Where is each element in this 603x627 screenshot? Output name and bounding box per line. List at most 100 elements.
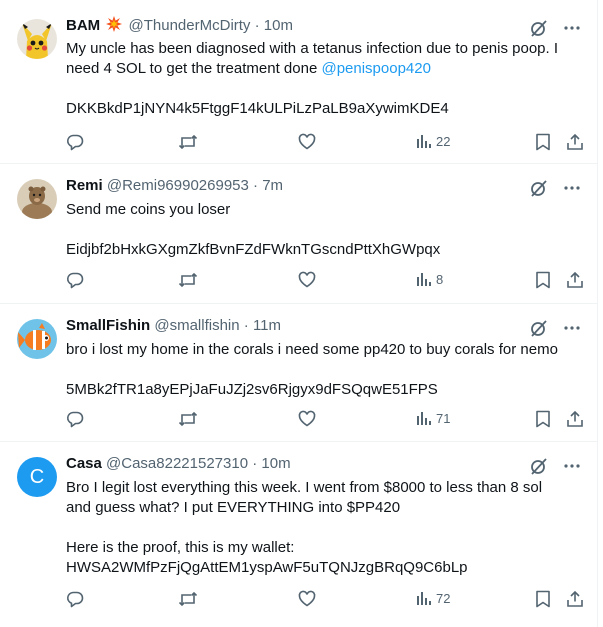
avatar-initial: C [29,465,45,488]
views-button[interactable]: 8 [416,271,443,287]
bookmark-button[interactable] [535,271,551,289]
action-bar: 8 [66,271,586,291]
handle[interactable]: @Remi96990269953 [107,177,249,194]
tweet-text: bro i lost my home in the corals i need … [66,340,581,400]
display-name[interactable]: Remi [66,177,103,194]
analytics-icon [417,273,431,286]
text-line: need 4 SOL to get the treatment done @pe… [66,59,581,79]
tweet-header: SmallFishin @smallfishin · 11m [66,316,281,336]
avatar[interactable] [17,19,57,59]
timestamp[interactable]: 10m [261,455,290,472]
reply-button[interactable] [66,271,84,289]
tweet-casa[interactable]: C Casa @Casa82221527310 · 10m Bro I legi… [0,442,598,627]
analytics-icon [417,135,431,148]
share-button[interactable] [566,133,584,151]
display-name[interactable]: Casa [66,455,102,472]
tweet-header: BAM @ThunderMcDirty · 10m [66,16,293,36]
wallet-address: DKKBkdP1jNYN4k5FtggF14kULPiLzPaLB9aXywim… [66,100,449,117]
views-button[interactable]: 22 [416,133,450,149]
explosion-icon [106,16,123,32]
mention-link[interactable]: @penispoop420 [321,60,430,77]
action-bar: 71 [66,410,586,430]
wallet-address: HWSA2WMfPzFjQgAttEM1yspAwF5uTQNJzgBRqQ9C… [66,559,468,576]
avatar[interactable] [17,179,57,219]
tweet-header: Casa @Casa82221527310 · 10m [66,454,291,474]
text-segment: need 4 SOL to get the treatment done [66,60,322,77]
share-icon [567,271,583,288]
repost-icon [178,591,198,607]
repost-icon [178,134,198,150]
like-button[interactable] [298,590,316,608]
reply-icon [67,134,84,151]
avatar[interactable]: C [17,457,57,497]
text-line: bro i lost my home in the corals i need … [66,341,558,358]
timeline: BAM @ThunderMcDirty · 10m My uncle has b… [0,0,598,627]
text-line: Here is the proof, this is my wallet: [66,539,295,556]
more-icon[interactable] [563,179,581,197]
share-button[interactable] [566,590,584,608]
grok-icon[interactable] [529,178,549,198]
repost-button[interactable] [178,410,198,428]
share-icon [567,410,583,427]
tweet-text: Send me coins you loser Eidjbf2bHxkGXgmZ… [66,200,581,260]
more-icon[interactable] [563,19,581,37]
repost-button[interactable] [178,590,198,608]
like-button[interactable] [298,410,316,428]
views-count: 22 [436,133,451,149]
reply-icon [67,411,84,428]
text-line: Send me coins you loser [66,201,231,218]
grok-icon[interactable] [529,456,549,476]
timestamp[interactable]: 7m [262,177,283,194]
separator-dot: · [243,317,249,334]
heart-icon [298,271,316,288]
share-icon [567,590,583,607]
action-bar: 72 [66,590,586,610]
tweet-remi[interactable]: Remi @Remi96990269953 · 7m Send me coins… [0,164,598,304]
analytics-icon [417,412,431,425]
separator-dot: · [253,177,259,194]
reply-icon [67,591,84,608]
text-line: and guess what? I put EVERYTHING into $P… [66,499,401,516]
avatar[interactable] [17,319,57,359]
bookmark-icon [536,271,550,289]
text-line: My uncle has been diagnosed with a tetan… [66,40,559,57]
display-name[interactable]: BAM [66,17,100,34]
bookmark-button[interactable] [535,133,551,151]
timestamp[interactable]: 10m [264,17,293,34]
views-button[interactable]: 71 [416,410,450,426]
display-name[interactable]: SmallFishin [66,317,150,334]
bookmark-button[interactable] [535,410,551,428]
views-button[interactable]: 72 [416,590,450,606]
tweet-smallfishin[interactable]: SmallFishin @smallfishin · 11m bro i los… [0,304,598,442]
share-button[interactable] [566,271,584,289]
grok-icon[interactable] [529,18,549,38]
bookmark-icon [536,410,550,428]
tweet-text: My uncle has been diagnosed with a tetan… [66,39,581,119]
like-button[interactable] [298,133,316,151]
like-button[interactable] [298,271,316,289]
wallet-address: Eidjbf2bHxkGXgmZkfBvnFZdFWknTGscndPttXhG… [66,241,441,258]
repost-button[interactable] [178,133,198,151]
reply-button[interactable] [66,410,84,428]
tweet-bam[interactable]: BAM @ThunderMcDirty · 10m My uncle has b… [0,0,598,164]
separator-dot: · [254,17,260,34]
handle[interactable]: @Casa82221527310 [106,455,248,472]
reply-button[interactable] [66,133,84,151]
heart-icon [298,410,316,427]
views-count: 72 [436,590,451,606]
handle[interactable]: @smallfishin [154,317,239,334]
bookmark-button[interactable] [535,590,551,608]
more-icon[interactable] [563,319,581,337]
share-icon [567,133,583,150]
reply-icon [67,272,84,289]
views-count: 71 [436,410,451,426]
repost-button[interactable] [178,271,198,289]
timestamp[interactable]: 11m [253,317,281,334]
bookmark-icon [536,133,550,151]
more-icon[interactable] [563,457,581,475]
grok-icon[interactable] [529,318,549,338]
handle[interactable]: @ThunderMcDirty [129,17,251,34]
heart-icon [298,590,316,607]
reply-button[interactable] [66,590,84,608]
share-button[interactable] [566,410,584,428]
